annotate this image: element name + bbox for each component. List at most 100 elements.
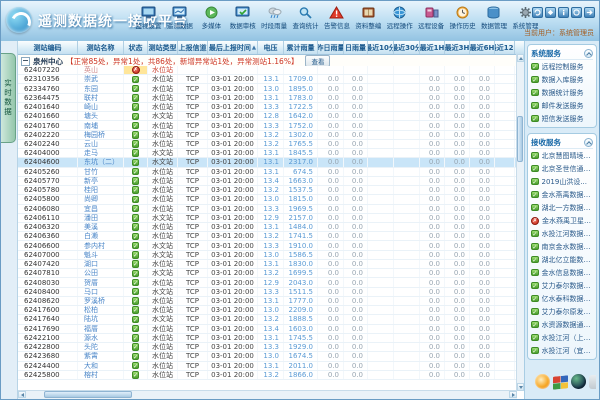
service-item[interactable]: ✓北京慧图晴境数... (531, 149, 593, 162)
scroll-down-arrow-icon[interactable] (517, 383, 524, 391)
table-row[interactable]: 62401760南埔✓水位站TCP03-01 20:0013.31752.00.… (18, 121, 517, 130)
column-header-16[interactable]: 最近12H (495, 41, 515, 54)
skin-button[interactable] (545, 7, 556, 18)
table-row[interactable]: 62417690福厝✓水位站TCP03-01 20:0013.41603.00.… (18, 325, 517, 334)
table-row[interactable]: 62407810公田✓水文站TCP03-01 20:0013.21699.50.… (18, 269, 517, 278)
column-header-8[interactable]: 累计雨量 (284, 41, 318, 54)
table-row[interactable]: 62407220英山✗水位站 (18, 66, 517, 75)
vertical-scroll-thumb[interactable] (517, 116, 523, 162)
table-row[interactable]: 62310356崇武✓水位站TCP03-01 20:0013.11709.00.… (18, 75, 517, 84)
service-item[interactable]: ✓水资源数据通信... (531, 318, 593, 331)
refresh-button[interactable] (532, 7, 543, 18)
toolbar-button-5[interactable]: 时段雨量 (259, 3, 290, 40)
table-row[interactable]: 62402220梅园桥✓水位站TCP03-01 20:0013.21302.00… (18, 131, 517, 140)
service-item[interactable]: ✓金水信息数据接... (531, 266, 593, 279)
table-row[interactable]: 62401660塘头✓水文站TCP03-01 20:0012.81642.00.… (18, 112, 517, 121)
toolbar-button-10[interactable]: 远程设备 (416, 3, 447, 40)
collapse-icon[interactable] (584, 49, 593, 58)
service-item[interactable]: ✓金水燕禹数据接... (531, 188, 593, 201)
column-header-12[interactable]: 最近30分 (394, 41, 420, 54)
collapse-icon[interactable] (584, 138, 593, 147)
group-collapse-icon[interactable] (21, 57, 30, 66)
service-item[interactable]: ✓湖北亿立能数据... (531, 253, 593, 266)
toolbar-button-8[interactable]: 资料整编 (353, 3, 384, 40)
column-header-5[interactable]: 上报信道 (178, 41, 208, 54)
table-row[interactable]: 62406080宜昌✓水位站TCP03-01 20:0013.31969.50.… (18, 205, 517, 214)
table-row[interactable]: 62425800榕村✓水位站TCP03-01 20:0013.21866.00.… (18, 371, 517, 380)
column-header-1[interactable]: 测站编码 (18, 41, 78, 54)
table-row[interactable]: 62422800头陀✓水位站TCP03-01 20:0013.31929.00.… (18, 343, 517, 352)
toolbar-button-9[interactable]: 远程操作 (384, 3, 415, 40)
table-row[interactable]: 62364475联村✓水位站TCP03-01 20:0013.11783.00.… (18, 94, 517, 103)
service-item[interactable]: ✓水投江河（宜春... (531, 344, 593, 357)
table-row[interactable]: 62408620罗溪桥✓水位站TCP03-01 20:0013.11777.00… (18, 297, 517, 306)
table-row[interactable]: 62334760东园✓水位站TCP03-01 20:0013.01895.00.… (18, 84, 517, 93)
service-item[interactable]: ✓数据统计服务 (531, 86, 593, 99)
column-header-10[interactable]: 日雨量 (344, 41, 368, 54)
toolbar-button-3[interactable]: 多媒体 (196, 3, 227, 40)
table-row[interactable]: 62408030贺厝✓水位站TCP03-01 20:0012.92043.00.… (18, 278, 517, 287)
service-item[interactable]: ✓南京金水数据接... (531, 240, 593, 253)
table-row[interactable]: 62406110潘田✓水文站TCP03-01 20:0012.92157.00.… (18, 214, 517, 223)
table-row[interactable]: 62407000魁斗✓水文站TCP03-01 20:0013.01586.50.… (18, 251, 517, 260)
table-row[interactable]: 62406600参内村✓水文站TCP03-01 20:0013.31910.00… (18, 241, 517, 250)
table-row[interactable]: 62406360白濑✓水位站TCP03-01 20:0013.21741.50.… (18, 232, 517, 241)
table-row[interactable]: 62423680紫霄✓水位站TCP03-01 20:0013.01674.50.… (18, 352, 517, 361)
service-item[interactable]: ✓远程控制服务 (531, 60, 593, 73)
left-tab-realtime-data[interactable]: 实时数据 (1, 53, 16, 143)
vertical-scrollbar[interactable] (516, 54, 524, 391)
service-item[interactable]: ✓短信发送服务 (531, 112, 593, 125)
table-row[interactable]: 62417600松柏✓水位站TCP03-01 20:0013.02209.00.… (18, 306, 517, 315)
scroll-right-arrow-icon[interactable] (509, 391, 517, 398)
table-row[interactable]: 62422100源水✓水位站TCP03-01 20:0013.11745.50.… (18, 334, 517, 343)
table-row[interactable]: 62406320美溪✓水位站TCP03-01 20:0013.11484.00.… (18, 223, 517, 232)
column-header-11[interactable]: 最近10分 (368, 41, 394, 54)
horizontal-scrollbar[interactable] (18, 390, 517, 399)
table-row[interactable]: 62405260甘竹✓水位站TCP03-01 20:0013.1674.50.0… (18, 168, 517, 177)
table-row[interactable]: 62404600东坑（二）✓水文站TCP03-01 20:0013.12317.… (18, 158, 517, 167)
service-item[interactable]: ✓亿水泰科数据接... (531, 292, 593, 305)
info-button[interactable] (558, 7, 569, 18)
column-header-7[interactable]: 电压 (258, 41, 284, 54)
toolbar-button-12[interactable]: 数据管理 (478, 3, 509, 40)
service-item[interactable]: ✓艾力泰尔数据接... (531, 279, 593, 292)
service-item[interactable]: ✓邮件发送服务 (531, 99, 593, 112)
table-row[interactable]: 62408400马口✓水文站TCP03-01 20:0013.31511.50.… (18, 288, 517, 297)
table-row[interactable]: 62417640陆坑✓水文站TCP03-01 20:0013.21888.50.… (18, 315, 517, 324)
home-button[interactable] (571, 7, 582, 18)
service-item[interactable]: ✓艾力泰尔原发数... (531, 305, 593, 318)
service-item[interactable]: ✓水投江河（上饶... (531, 331, 593, 344)
table-row[interactable]: 62405800尚卿✓水位站TCP03-01 20:0013.01815.00.… (18, 195, 517, 204)
service-item[interactable]: ✓北京圣世信通数... (531, 162, 593, 175)
exit-button[interactable] (584, 7, 595, 18)
toolbar-button-1[interactable]: 监视设置 (133, 3, 164, 40)
toolbar-button-4[interactable]: 数据审核 (227, 3, 258, 40)
column-header-14[interactable]: 最近3H (445, 41, 470, 54)
table-row[interactable]: 62407420湖口✓水位站TCP03-01 20:0013.11830.00.… (18, 260, 517, 269)
column-header-3[interactable]: 状态 (124, 41, 148, 54)
column-header-15[interactable]: 最近6H (470, 41, 495, 54)
table-row[interactable]: 62405770新亭✓水位站TCP03-01 20:0013.41663.00.… (18, 177, 517, 186)
toolbar-button-7[interactable]: 告警信息 (321, 3, 352, 40)
column-header-13[interactable]: 最近1H (420, 41, 445, 54)
scroll-left-arrow-icon[interactable] (18, 391, 26, 398)
service-item[interactable]: ✗金水燕禹卫星接... (531, 214, 593, 227)
table-row[interactable]: 62402240云山✓水位站TCP03-01 20:0013.21765.50.… (18, 140, 517, 149)
horizontal-scroll-thumb[interactable] (44, 391, 132, 398)
service-item[interactable]: ✓水投江河数据接... (531, 227, 593, 240)
toolbar-button-6[interactable]: 查询统计 (290, 3, 321, 40)
service-item[interactable]: ✓数据入库服务 (531, 73, 593, 86)
toolbar-button-11[interactable]: 操作历史 (447, 3, 478, 40)
column-header-6[interactable]: 最后上报时间▲ (208, 41, 258, 54)
service-item[interactable]: ✓湖北一方数据接... (531, 201, 593, 214)
column-header-2[interactable]: 测站名称 (78, 41, 124, 54)
table-row[interactable]: 62401640崎山✓水位站TCP03-01 20:0013.31722.50.… (18, 103, 517, 112)
toolbar-button-2[interactable]: 遥测数据 (164, 3, 195, 40)
service-item[interactable]: ✓2019山洪设... (531, 175, 593, 188)
table-row[interactable]: 62424400大和✓水位站TCP03-01 20:0013.12011.00.… (18, 362, 517, 371)
scroll-up-arrow-icon[interactable] (517, 54, 524, 62)
table-row[interactable]: 62404000走马✓水文站TCP03-01 20:0013.11845.50.… (18, 149, 517, 158)
table-row[interactable]: 62405780桂阳✓水位站TCP03-01 20:0013.21537.50.… (18, 186, 517, 195)
column-header-9[interactable]: 昨日雨量 (318, 41, 344, 54)
column-header-4[interactable]: 测站类型 (148, 41, 178, 54)
